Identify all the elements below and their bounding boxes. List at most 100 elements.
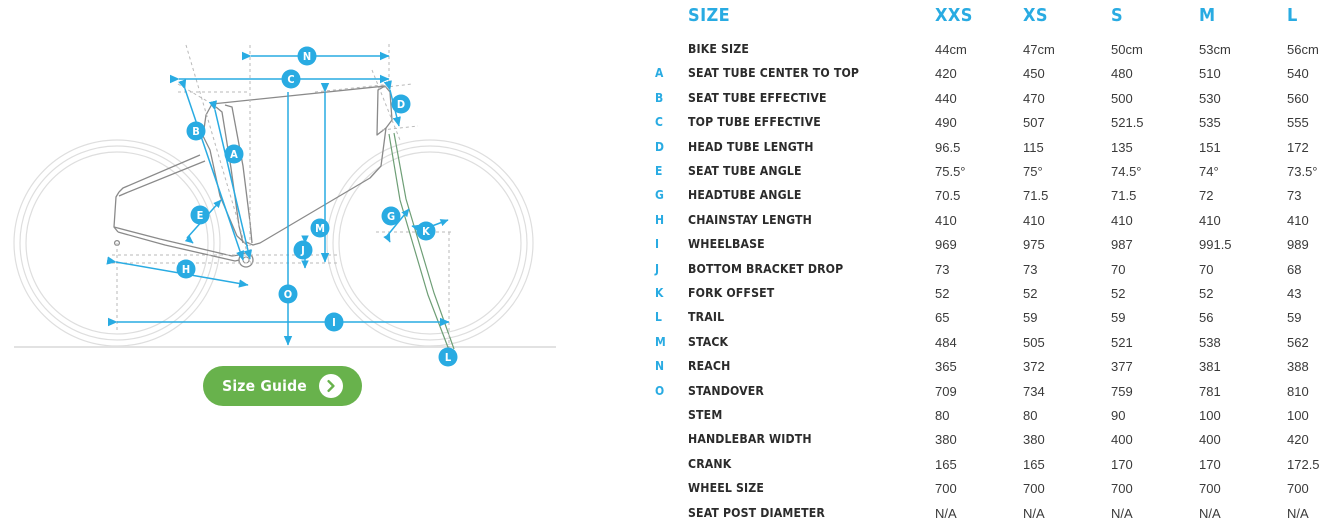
row-value: 151 bbox=[1199, 139, 1221, 155]
row-value: 700 bbox=[1111, 481, 1133, 497]
row-letter: G bbox=[655, 188, 665, 203]
construction-lines bbox=[112, 44, 452, 352]
row-value: 759 bbox=[1111, 383, 1133, 399]
table-row: C TOP TUBE EFFECTIVE 490 507 521.5 535 555 bbox=[655, 115, 1327, 139]
table-row: STEM 80 80 90 100 100 bbox=[655, 408, 1327, 432]
row-value: 700 bbox=[1287, 481, 1309, 497]
row-value: 510 bbox=[1199, 66, 1221, 82]
row-value: 380 bbox=[1023, 432, 1045, 448]
callout-badge-g: G bbox=[381, 206, 401, 226]
row-value: 420 bbox=[1287, 432, 1309, 448]
row-label: TRAIL bbox=[688, 310, 725, 325]
callout-badge-b: B bbox=[186, 121, 206, 141]
row-value: 100 bbox=[1287, 408, 1309, 423]
row-value: 52 bbox=[1023, 286, 1038, 301]
row-label: SEAT TUBE CENTER TO TOP bbox=[688, 66, 860, 81]
row-label: SEAT TUBE EFFECTIVE bbox=[688, 90, 827, 105]
callout-label: G bbox=[387, 210, 395, 223]
row-label: SEAT TUBE ANGLE bbox=[688, 164, 802, 178]
row-value: 56cm bbox=[1287, 42, 1319, 57]
row-value: 538 bbox=[1199, 334, 1221, 350]
table-row: K FORK OFFSET 52 52 52 52 43 bbox=[655, 286, 1327, 310]
row-value: 507 bbox=[1023, 115, 1045, 131]
callout-label: L bbox=[445, 351, 452, 364]
callout-label: E bbox=[197, 209, 204, 222]
row-label: REACH bbox=[688, 359, 731, 374]
row-value: 470 bbox=[1023, 90, 1045, 106]
row-value: 47cm bbox=[1023, 42, 1055, 57]
row-value: 90 bbox=[1111, 408, 1126, 423]
callout-label: A bbox=[230, 148, 238, 161]
row-value: 450 bbox=[1023, 66, 1045, 82]
row-value: 410 bbox=[935, 212, 957, 228]
table-header-size: SIZE bbox=[688, 5, 731, 26]
row-value: 530 bbox=[1199, 90, 1221, 106]
table-row: H CHAINSTAY LENGTH 410 410 410 410 410 bbox=[655, 213, 1327, 237]
row-value: 700 bbox=[1023, 481, 1045, 497]
row-value: N/A bbox=[935, 505, 957, 521]
row-value: 75° bbox=[1023, 164, 1043, 179]
callout-badge-c: C bbox=[281, 69, 301, 89]
row-value: 535 bbox=[1199, 115, 1221, 131]
row-value: 170 bbox=[1111, 456, 1133, 472]
table-header-col-l: L bbox=[1287, 5, 1298, 26]
row-value: 521 bbox=[1111, 334, 1133, 350]
row-value: 52 bbox=[1111, 286, 1126, 301]
row-label: CHAINSTAY LENGTH bbox=[688, 212, 812, 227]
table-header-col-xs: XS bbox=[1023, 5, 1048, 26]
bike-frame bbox=[113, 85, 393, 262]
row-value: 59 bbox=[1287, 310, 1302, 326]
row-value: 70 bbox=[1199, 261, 1214, 277]
row-value: 991.5 bbox=[1199, 237, 1232, 253]
row-letter: A bbox=[655, 66, 664, 81]
row-value: 56 bbox=[1199, 310, 1214, 326]
table-row: O STANDOVER 709 734 759 781 810 bbox=[655, 384, 1327, 408]
row-value: 100 bbox=[1199, 408, 1221, 423]
callout-label: I bbox=[332, 316, 336, 329]
bike-geometry-diagram: NC B A D E M G K J H O I L Size Guide bbox=[0, 0, 660, 526]
callout-label: M bbox=[315, 222, 325, 235]
row-value: 73 bbox=[935, 261, 950, 277]
row-value: 781 bbox=[1199, 383, 1221, 399]
callout-label: H bbox=[182, 263, 190, 276]
callout-badge-j: J bbox=[293, 240, 313, 260]
row-value: 380 bbox=[935, 432, 957, 448]
row-label: WHEEL SIZE bbox=[688, 481, 764, 496]
row-value: 365 bbox=[935, 359, 957, 375]
size-guide-label: Size Guide bbox=[222, 377, 307, 395]
table-row: N REACH 365 372 377 381 388 bbox=[655, 359, 1327, 383]
row-value: 165 bbox=[935, 456, 957, 472]
callout-label: D bbox=[397, 98, 405, 111]
callout-badge-h: H bbox=[176, 259, 196, 279]
row-value: 170 bbox=[1199, 456, 1221, 472]
row-label: HEADTUBE ANGLE bbox=[688, 188, 802, 203]
row-value: 43 bbox=[1287, 286, 1302, 301]
row-value: 50cm bbox=[1111, 42, 1143, 57]
row-value: 65 bbox=[935, 310, 950, 326]
row-label: BIKE SIZE bbox=[688, 42, 750, 56]
table-row: J BOTTOM BRACKET DROP 73 73 70 70 68 bbox=[655, 262, 1327, 286]
row-value: N/A bbox=[1287, 505, 1309, 521]
table-row: BIKE SIZE 44cm 47cm 50cm 53cm 56cm bbox=[655, 42, 1327, 66]
chevron-right-icon bbox=[318, 374, 343, 398]
row-value: 74.5° bbox=[1111, 164, 1142, 179]
row-value: 75.5° bbox=[935, 164, 966, 179]
row-value: 500 bbox=[1111, 90, 1133, 106]
row-label: STEM bbox=[688, 408, 723, 422]
row-value: 72 bbox=[1199, 188, 1214, 204]
row-label: BOTTOM BRACKET DROP bbox=[688, 261, 844, 276]
row-value: 377 bbox=[1111, 359, 1133, 375]
row-letter: E bbox=[655, 164, 663, 178]
row-letter: K bbox=[655, 286, 664, 300]
size-guide-button[interactable]: Size Guide bbox=[203, 366, 362, 406]
table-header-col-s: S bbox=[1111, 5, 1124, 26]
callout-badge-d: D bbox=[391, 94, 411, 114]
table-row: A SEAT TUBE CENTER TO TOP 420 450 480 510 540 bbox=[655, 66, 1327, 90]
bike-diagram-svg: NC B A D E M G K J H O I L bbox=[13, 44, 556, 367]
table-row: WHEEL SIZE 700 700 700 700 700 bbox=[655, 481, 1327, 505]
row-value: 480 bbox=[1111, 66, 1133, 82]
table-header-col-xxs: XXS bbox=[935, 5, 973, 26]
table-row: SEAT POST DIAMETER N/A N/A N/A N/A N/A bbox=[655, 506, 1327, 530]
row-value: 410 bbox=[1111, 212, 1133, 228]
callout-badge-o: O bbox=[278, 284, 298, 304]
